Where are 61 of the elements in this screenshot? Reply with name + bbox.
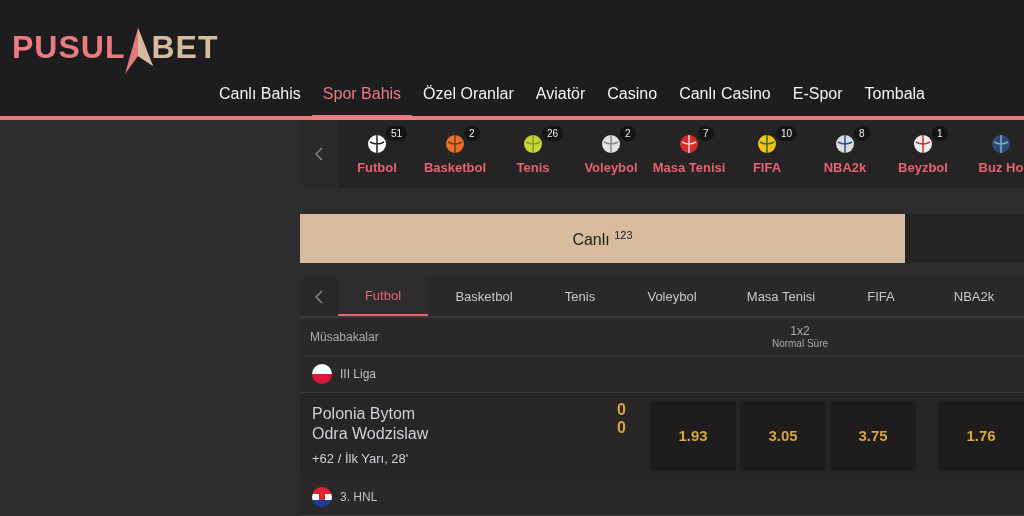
logo-text: BET xyxy=(151,31,219,63)
basketball-icon xyxy=(445,133,465,154)
flag-icon xyxy=(312,486,332,507)
live-button[interactable]: Canlı $^{123}$ xyxy=(300,214,905,264)
sport-item[interactable]: 8 NBA2k xyxy=(806,120,884,189)
sport-tab[interactable]: Basketbol xyxy=(428,277,540,317)
chevron-left-icon[interactable] xyxy=(315,147,323,162)
nav-link[interactable]: Canlı Bahis xyxy=(208,72,312,120)
sport-item[interactable]: Buz Ho xyxy=(962,120,1024,189)
count-badge: 7 xyxy=(698,126,714,141)
sport-item[interactable]: 51 Futbol xyxy=(338,120,416,189)
count-badge: 8 xyxy=(854,126,870,141)
sport-item[interactable]: 26 Tenis xyxy=(494,120,572,189)
sport-item[interactable]: 1 Beyzbol xyxy=(884,120,962,189)
sport-item[interactable]: 7 Masa Tenisi xyxy=(650,120,728,189)
team-name: Odra Wodzislaw xyxy=(312,425,430,444)
arrow-logo-icon xyxy=(123,28,154,74)
tennis-ball-icon xyxy=(523,133,543,154)
flag-icon xyxy=(312,363,332,384)
score: 0 xyxy=(617,418,627,437)
sport-item[interactable]: 2 Basketbol xyxy=(416,120,494,189)
odds-button[interactable]: 1.93 xyxy=(650,400,736,471)
hockey-icon xyxy=(991,133,1011,154)
basketball-logo-icon xyxy=(835,133,855,154)
market-subtitle: Normal Süre xyxy=(771,338,829,349)
baseball-icon xyxy=(913,133,933,154)
nav-link[interactable]: Aviatör xyxy=(524,72,597,120)
nav-link[interactable]: Casino xyxy=(596,72,669,120)
odds-button[interactable]: 3.75 xyxy=(830,400,916,471)
count-badge: 2 xyxy=(464,126,480,141)
match-time: +62 / İlk Yarı, 28' xyxy=(312,451,410,467)
odds-button[interactable]: 3.05 xyxy=(740,400,826,471)
sport-tab[interactable]: Masa Tenisi xyxy=(724,277,838,317)
league-row[interactable]: 3. HNL xyxy=(300,478,1024,516)
nav-link[interactable]: Tombala xyxy=(853,72,936,120)
market-title: 1x2 xyxy=(790,324,810,338)
logo-text: PUSUL xyxy=(12,31,126,63)
count-badge: 51 xyxy=(386,126,408,141)
count-badge: 2 xyxy=(620,126,636,141)
score: 0 xyxy=(617,400,627,419)
sport-item[interactable]: 10 FIFA xyxy=(728,120,806,189)
sport-item[interactable]: 2 Voleybol xyxy=(572,120,650,189)
ping-pong-paddle-icon xyxy=(679,133,699,154)
chevron-left-icon[interactable] xyxy=(315,289,323,304)
sport-tab[interactable]: Voleybol xyxy=(620,277,724,317)
nav-link[interactable]: Canlı Casino xyxy=(668,72,782,120)
count-badge: 10 xyxy=(776,126,798,141)
sport-tab[interactable]: NBA2k xyxy=(924,277,1024,317)
team-name: Polonia Bytom xyxy=(312,405,417,424)
count-badge: 26 xyxy=(542,126,564,141)
column-header: Müsabakalar xyxy=(310,329,380,344)
soccer-ball-icon xyxy=(367,133,387,154)
league-row[interactable]: III Liga xyxy=(300,355,1024,393)
odds-button[interactable]: 1.76 xyxy=(938,400,1024,471)
count-badge: 1 xyxy=(932,126,948,141)
sport-tab[interactable]: Tenis xyxy=(540,277,620,317)
nav-link[interactable]: Özel Oranlar xyxy=(412,72,525,120)
sport-tab[interactable]: FIFA xyxy=(838,277,924,317)
volleyball-icon xyxy=(601,133,621,154)
fifa-badge-icon xyxy=(757,133,777,154)
nav-link[interactable]: E-Spor xyxy=(781,72,854,120)
